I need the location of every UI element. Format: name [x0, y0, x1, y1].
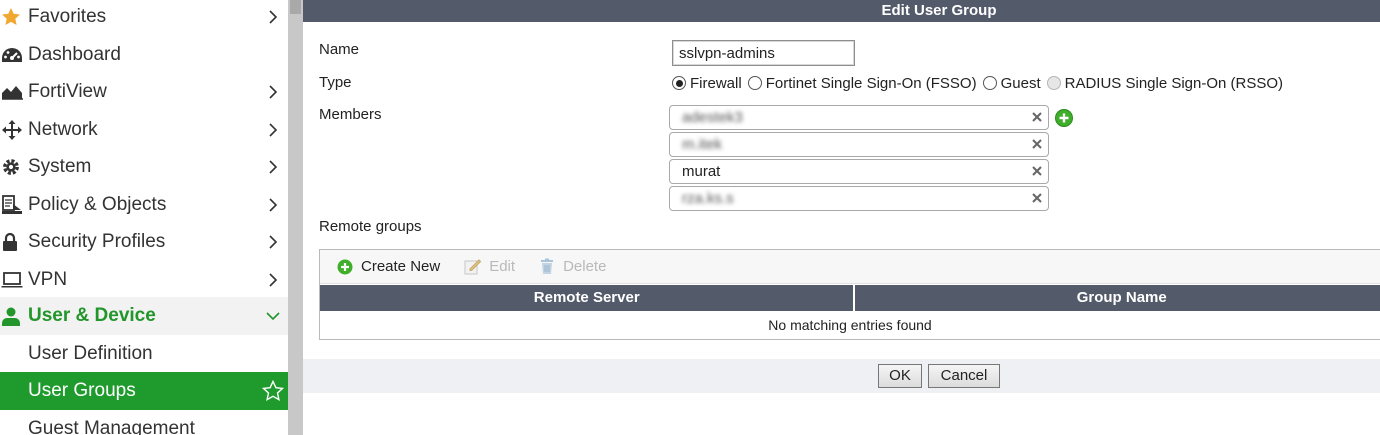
chevron-right-icon [258, 197, 288, 212]
type-label: Type [319, 74, 352, 91]
sidebar-item-label: Network [28, 118, 98, 140]
sidebar-item-label: VPN [28, 268, 68, 290]
lock-icon [0, 231, 28, 253]
sidebar-item-label: User Definition [28, 342, 153, 364]
remote-groups-label: Remote groups [319, 218, 422, 235]
member-name: rza.ks.s [682, 190, 734, 207]
member-entry[interactable]: murat [669, 159, 1049, 184]
cancel-button[interactable]: Cancel [928, 364, 1000, 388]
sidebar-item-label: Favorites [28, 5, 107, 27]
trash-icon [541, 258, 554, 274]
radio-label: Guest [1000, 74, 1041, 92]
scrollbar-thumb[interactable] [290, 0, 301, 14]
scrollbar[interactable] [288, 0, 303, 435]
radio-icon [982, 76, 997, 90]
chevron-right-icon [258, 9, 288, 24]
type-fsso-radio[interactable]: Fortinet Single Sign-On (FSSO) [747, 74, 977, 92]
member-entry[interactable]: rza.ks.s [669, 186, 1049, 211]
star-outline-icon[interactable] [258, 380, 288, 402]
sidebar-item-label: Security Profiles [28, 230, 166, 252]
member-entry[interactable]: adestek3 [669, 105, 1049, 130]
sidebar-item-label: User Groups [28, 380, 136, 401]
type-guest-radio[interactable]: Guest [982, 74, 1041, 92]
sidebar-item-label: Policy & Objects [28, 193, 167, 215]
sidebar: Favorites Dashboard FortiView Network Sy… [0, 0, 288, 435]
type-firewall-radio[interactable]: Firewall [672, 75, 742, 92]
sidebar-item-favorites[interactable]: Favorites [0, 0, 288, 35]
delete-button[interactable]: Delete [539, 258, 606, 275]
edit-button[interactable]: Edit [464, 258, 515, 275]
remote-groups-table-header: Remote Server Group Name [320, 285, 1380, 311]
gear-icon [0, 156, 28, 178]
sidebar-item-guest-management[interactable]: Guest Management [0, 410, 288, 435]
radio-label: RADIUS Single Sign-On (RSSO) [1064, 74, 1284, 92]
network-icon [0, 119, 28, 141]
members-label: Members [319, 106, 382, 123]
radio-label: Fortinet Single Sign-On (FSSO) [765, 74, 977, 92]
sidebar-item-label: FortiView [28, 80, 107, 102]
sidebar-item-network[interactable]: Network [0, 111, 288, 148]
column-header-remote-server[interactable]: Remote Server [320, 285, 856, 311]
sidebar-item-label: Dashboard [28, 43, 121, 65]
sidebar-item-dashboard[interactable]: Dashboard [0, 36, 288, 73]
sidebar-item-security-profiles[interactable]: Security Profiles [0, 223, 288, 260]
edit-user-group-dialog: Edit User Group Name Type Firewall Forti… [303, 0, 1380, 435]
sidebar-item-fortiview[interactable]: FortiView [0, 73, 288, 110]
policy-icon [0, 194, 28, 216]
chevron-right-icon [258, 159, 288, 174]
remote-groups-panel: Create New Edit Delete Remote Server Gro… [319, 249, 1380, 340]
radio-icon [747, 76, 762, 90]
type-radio-group: Firewall Fortinet Single Sign-On (FSSO) … [672, 73, 1289, 93]
edit-label: Edit [489, 258, 516, 275]
member-name: adestek3 [682, 109, 743, 126]
radio-disabled-icon [1046, 76, 1061, 90]
name-input[interactable] [672, 40, 855, 66]
laptop-icon [0, 269, 28, 291]
sidebar-item-label: System [28, 155, 92, 177]
remote-groups-toolbar: Create New Edit Delete [320, 250, 1380, 284]
dialog-title: Edit User Group [303, 0, 1380, 22]
sidebar-item-user-groups[interactable]: User Groups [0, 372, 288, 410]
create-new-label: Create New [361, 258, 441, 275]
delete-label: Delete [563, 258, 607, 275]
edit-icon [464, 259, 482, 275]
user-icon [0, 305, 28, 327]
chevron-right-icon [258, 234, 288, 249]
remove-member-icon[interactable] [1030, 191, 1044, 205]
remove-member-icon[interactable] [1030, 164, 1044, 178]
chevron-right-icon [258, 272, 288, 287]
radio-selected-icon [672, 76, 686, 90]
radio-label: Firewall [690, 74, 742, 92]
sidebar-item-label: Guest Management [28, 417, 195, 435]
type-rsso-radio[interactable]: RADIUS Single Sign-On (RSSO) [1046, 74, 1284, 92]
chevron-right-icon [258, 84, 288, 99]
create-new-button[interactable]: Create New [337, 258, 440, 275]
member-name: m.itek [682, 136, 723, 153]
sidebar-item-user-definition[interactable]: User Definition [0, 335, 288, 372]
dialog-footer [303, 359, 1380, 393]
empty-table-message: No matching entries found [768, 317, 932, 333]
dashboard-icon [0, 44, 28, 66]
chevron-down-icon [258, 311, 288, 321]
sidebar-item-system[interactable]: System [0, 148, 288, 185]
chevron-right-icon [258, 122, 288, 137]
fortiview-icon [0, 81, 28, 103]
sidebar-item-label: User & Device [28, 305, 156, 326]
sidebar-item-policy-objects[interactable]: Policy & Objects [0, 186, 288, 223]
sidebar-item-vpn[interactable]: VPN [0, 261, 288, 298]
remove-member-icon[interactable] [1030, 137, 1044, 151]
column-header-group-name[interactable]: Group Name [855, 285, 1380, 311]
name-label: Name [319, 41, 360, 58]
member-entry[interactable]: m.itek [669, 132, 1049, 157]
star-icon [0, 6, 28, 28]
ok-button[interactable]: OK [878, 364, 922, 388]
remove-member-icon[interactable] [1030, 110, 1044, 124]
member-name: murat [682, 163, 721, 180]
add-icon [337, 259, 353, 274]
sidebar-item-user-device[interactable]: User & Device [0, 297, 288, 335]
add-member-icon[interactable] [1055, 109, 1073, 127]
